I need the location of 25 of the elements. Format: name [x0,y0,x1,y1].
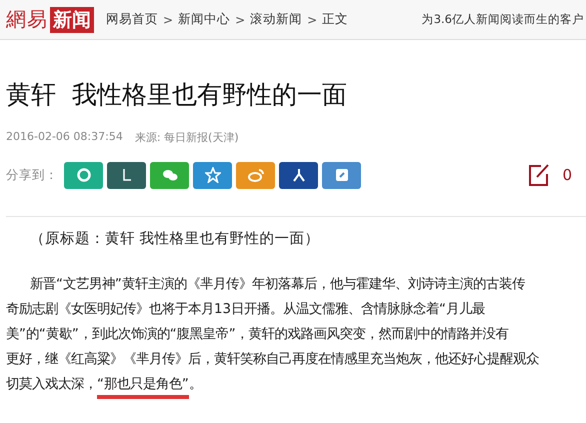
breadcrumb-separator: > [163,12,174,26]
star-icon [204,167,220,183]
publish-date: 2016-02-06 08:37:54 [6,130,123,145]
logo[interactable]: 網易 [6,6,48,33]
article-source: 来源: 每日新报(天津) [134,130,239,145]
slogan: 为3.6亿人新闻阅读而生的客户 [422,12,584,27]
pencil-square-icon [334,167,350,183]
share-button[interactable] [193,162,232,188]
breadcrumb-separator: > [235,12,246,26]
breadcrumb-separator: > [307,12,318,26]
article-title: 黄轩 我性格里也有野性的一面 [6,79,348,111]
comment-count[interactable]: 0 [562,166,572,184]
article-paragraph: 新晋“文艺男神”黄轩主演的《芈月传》年初落幕后，他与霍建华、刘诗诗主演的古装传 奇励志剧《女医明妃传》也将于本月13日开播。从温文儒雅、含情脉脉念着“月儿最 美”的“黄歇”，到此次饰演的“腹黑皇帝”，黄轩的戏路画风突变，然而剧中的情路并没有 更好，继《红高粱》《芈月传》后，黄轩笑称自己再度在情感里充当炮灰，他还好心提醒观众 切莫入戏太深，“那也只是角色”。 [6,272,586,399]
edit-icon[interactable] [528,163,550,187]
breadcrumb-link[interactable]: 正文 [322,11,348,28]
share-label: 分享到： [6,166,58,184]
original-title: （原标题：黄轩 我性格里也有野性的一面） [30,230,321,248]
share-button[interactable] [322,162,361,188]
share-button[interactable] [279,162,318,188]
share-button[interactable] [107,162,146,188]
breadcrumb-link[interactable]: 新闻中心 [178,11,230,28]
logo-badge[interactable]: 新闻 [50,6,94,32]
person-icon [290,167,306,183]
breadcrumb-link[interactable]: 滚动新闻 [250,11,302,28]
breadcrumb-link[interactable]: 网易首页 [106,11,158,28]
